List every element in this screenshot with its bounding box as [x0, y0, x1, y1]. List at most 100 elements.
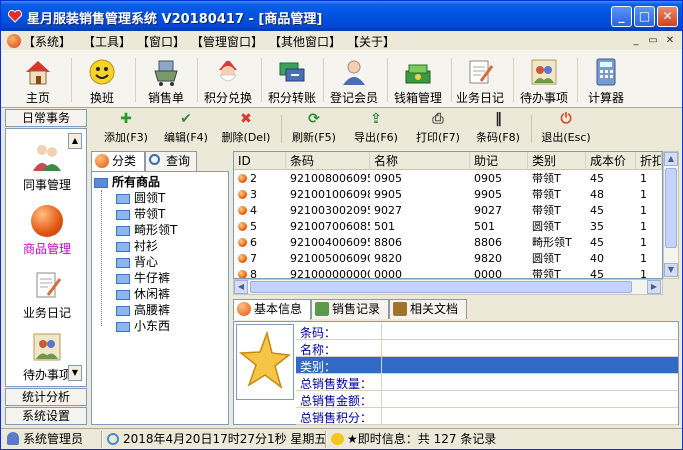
scroll-right-arrow-icon[interactable]: ▶ — [647, 280, 661, 294]
mdi-minimize-button[interactable]: _ — [629, 33, 643, 47]
search-icon — [149, 154, 160, 165]
scroll-up-arrow-icon[interactable]: ▲ — [664, 152, 678, 166]
scroll-thumb[interactable] — [665, 168, 677, 248]
diary-icon — [465, 57, 495, 87]
table-row[interactable]: 4 9210030020959 9027 9027 带领T 45 1 — [234, 203, 662, 219]
column-header[interactable]: 助记 — [470, 152, 528, 170]
toolbar-cash-box-button[interactable]: 钱箱管理 — [387, 54, 449, 106]
detail-row[interactable]: 总销售金额： — [296, 391, 678, 408]
table-horizontal-scrollbar[interactable]: ◀ ▶ — [233, 279, 663, 295]
barcode-button[interactable]: ‖ 条码(F8) — [471, 111, 525, 147]
nav-group-daily[interactable]: 日常事务 — [5, 109, 87, 127]
toolbar-points-redeem-button[interactable]: 积分兑换 — [197, 54, 259, 106]
minimize-button[interactable]: _ — [611, 6, 632, 27]
tree-tabs: 分类 查询 — [91, 151, 231, 172]
toolbar-home-button[interactable]: 主页 — [7, 54, 69, 106]
toolbar-register-member-button[interactable]: 登记会员 — [323, 54, 385, 106]
status-bar: 系统管理员 2018年4月20日17时27分1秒 星期五 ★即时信息：共 127… — [1, 428, 682, 449]
nav-group-body: 同事管理 商品管理 业务日记 待办事项 ▲ ▼ — [5, 128, 87, 387]
column-header[interactable]: ID — [234, 152, 286, 170]
tab-basic-info[interactable]: 基本信息 — [233, 299, 311, 320]
delete-icon: ✖ — [240, 111, 252, 127]
row-status-icon — [238, 254, 247, 263]
mdi-restore-button[interactable]: ▭ — [646, 33, 660, 47]
table-vertical-scrollbar[interactable]: ▲ ▼ — [663, 151, 679, 279]
refresh-button[interactable]: ⟳ 刷新(F5) — [287, 111, 341, 147]
scroll-left-arrow-icon[interactable]: ◀ — [234, 280, 248, 294]
row-status-icon — [238, 238, 247, 247]
column-header[interactable]: 折扣 — [636, 152, 662, 170]
category-tree: 所有商品 圆领T 带领T 畸形领T 衬衫 背心 牛仔裤 休闲裤 高腰裤 小东西 — [91, 171, 229, 425]
tree-node[interactable]: 背心 — [116, 254, 158, 270]
tree-node[interactable]: 带领T — [116, 206, 165, 222]
edit-button[interactable]: ✔ 编辑(F4) — [159, 111, 213, 147]
column-header[interactable]: 类别 — [528, 152, 586, 170]
toolbar-todo-button[interactable]: 待办事项 — [513, 54, 575, 106]
tree-node[interactable]: 圆领T — [116, 190, 165, 206]
tree-node[interactable]: 牛仔裤 — [116, 270, 170, 286]
nav-item-goods[interactable]: 商品管理 — [12, 205, 82, 257]
nav-scroll-up-button[interactable]: ▲ — [68, 133, 82, 149]
table-row[interactable]: 7 9210050060904 9820 9820 圆领T 40 1 — [234, 251, 662, 267]
toolbar-shift-button[interactable]: 换班 — [71, 54, 133, 106]
todo-icon — [529, 57, 559, 87]
tab-sales-records[interactable]: 销售记录 — [311, 299, 389, 319]
detail-row[interactable]: 总销售积分： — [296, 408, 678, 425]
close-button[interactable]: ✕ — [657, 6, 678, 27]
scroll-down-arrow-icon[interactable]: ▼ — [664, 263, 678, 277]
tree-node[interactable]: 休闲裤 — [116, 286, 170, 302]
nav-item-diary[interactable]: 业务日记 — [12, 269, 82, 321]
tab-category[interactable]: 分类 — [91, 151, 145, 172]
santa-icon — [213, 57, 243, 87]
maximize-button[interactable]: □ — [634, 6, 655, 27]
member-icon — [339, 57, 369, 87]
add-button[interactable]: ✚ 添加(F3) — [99, 111, 153, 147]
detail-row[interactable]: 总销售数量： — [296, 374, 678, 391]
menu-window[interactable]: 【窗口】 — [137, 33, 185, 50]
refresh-icon: ⟳ — [308, 111, 320, 127]
folder-icon — [116, 321, 130, 332]
nav-group-settings[interactable]: 系统设置 — [5, 407, 87, 425]
product-image[interactable] — [236, 324, 294, 400]
delete-button[interactable]: ✖ 删除(Del) — [217, 111, 275, 147]
detail-row[interactable]: 条码： — [296, 323, 678, 340]
nav-group-statistics[interactable]: 统计分析 — [5, 388, 87, 406]
title-bar[interactable]: 星月服装销售管理系统 V20180417 - [商品管理] _ □ ✕ — [1, 1, 682, 31]
export-button[interactable]: ⇪ 导出(F6) — [349, 111, 403, 147]
nav-scroll-down-button[interactable]: ▼ — [68, 365, 82, 381]
column-header[interactable]: 成本价 — [586, 152, 636, 170]
menu-other-window[interactable]: 【其他窗口】 — [269, 33, 341, 50]
status-info: ★即时信息：共 127 条记录 — [331, 431, 496, 448]
tree-guide-line — [101, 190, 102, 326]
tree-root[interactable]: 所有商品 — [94, 174, 160, 190]
export-icon: ⇪ — [370, 111, 382, 127]
column-header[interactable]: 名称 — [370, 152, 470, 170]
toolbar-points-transfer-button[interactable]: 积分转账 — [261, 54, 323, 106]
tab-query[interactable]: 查询 — [145, 151, 197, 171]
table-row[interactable]: 8 9210000000000 0000 0000 带领T 45 1 — [234, 267, 662, 278]
toolbar-sales-order-button[interactable]: 销售单 — [135, 54, 197, 106]
tree-node[interactable]: 畸形领T — [116, 222, 177, 238]
table-row[interactable]: 5 9210070060854 501 501 圆领T 35 1 — [234, 219, 662, 235]
tree-node[interactable]: 小东西 — [116, 318, 170, 334]
tab-related-docs[interactable]: 相关文档 — [389, 299, 467, 319]
column-header[interactable]: 条码 — [286, 152, 370, 170]
table-row[interactable]: 2 9210080060950 0905 0905 带领T 45 1 — [234, 171, 662, 187]
tree-node[interactable]: 高腰裤 — [116, 302, 170, 318]
menu-manage-window[interactable]: 【管理窗口】 — [191, 33, 263, 50]
detail-row[interactable]: 类别： — [296, 357, 678, 374]
table-row[interactable]: 3 9210010060982 9905 9905 带领T 48 1 — [234, 187, 662, 203]
menu-about[interactable]: 【关于】 — [347, 33, 395, 50]
table-row[interactable]: 6 9210040060952 8806 8806 畸形领T 45 1 — [234, 235, 662, 251]
menu-system[interactable]: 【系统】 — [23, 33, 71, 50]
exit-button[interactable]: ⏻ 退出(Esc) — [537, 111, 595, 147]
toolbar-calculator-button[interactable]: 计算器 — [575, 54, 637, 106]
toolbar-business-diary-button[interactable]: 业务日记 — [449, 54, 511, 106]
menu-tools[interactable]: 【工具】 — [83, 33, 131, 50]
scroll-thumb[interactable] — [250, 281, 632, 293]
mdi-close-button[interactable]: ✕ — [663, 33, 677, 47]
detail-row[interactable]: 名称： — [296, 340, 678, 357]
tree-node[interactable]: 衬衫 — [116, 238, 158, 254]
folder-icon — [116, 193, 130, 204]
print-button[interactable]: ⎙ 打印(F7) — [411, 111, 465, 147]
